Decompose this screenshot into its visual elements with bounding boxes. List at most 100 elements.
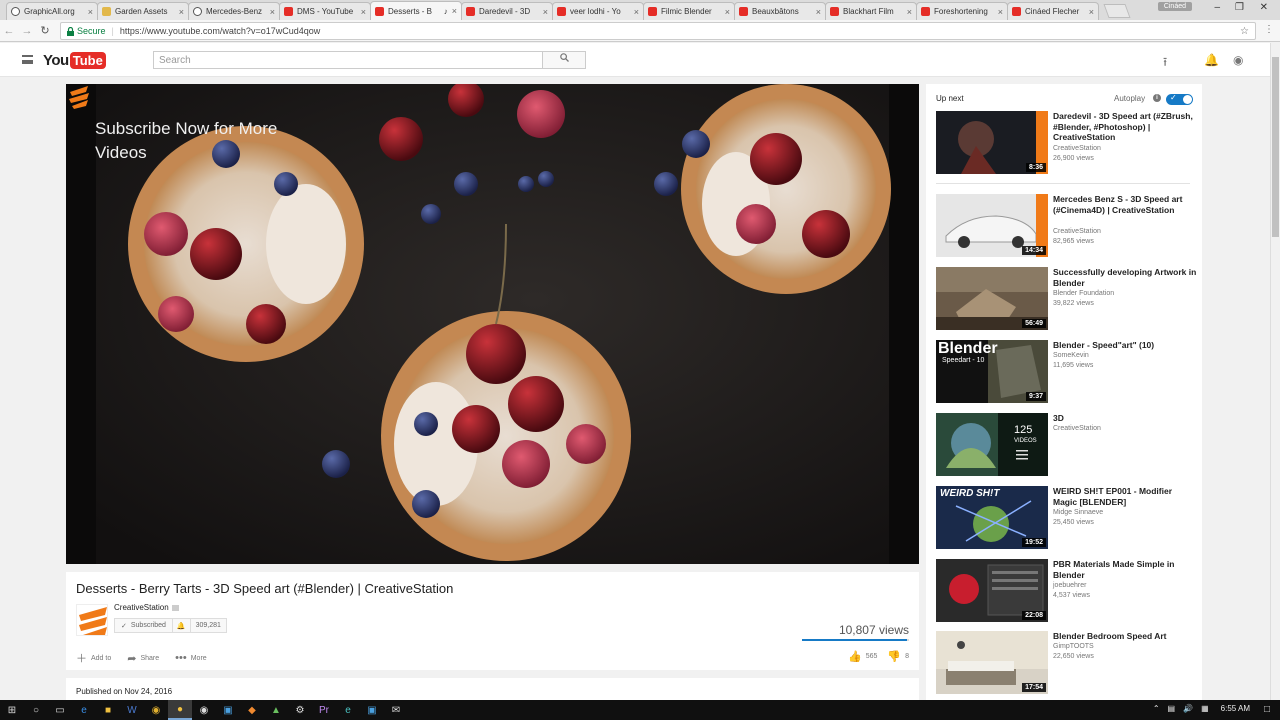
search-input[interactable]: Search: [153, 51, 543, 69]
volume-icon[interactable]: 🔊: [1183, 704, 1193, 713]
related-video-item[interactable]: 22:08 PBR Materials Made Simple in Blend…: [936, 559, 1198, 622]
video-thumbnail[interactable]: Blender Speedart - 10 9:37: [936, 340, 1048, 403]
cortana-icon[interactable]: ○: [24, 700, 48, 720]
related-video-title[interactable]: WEIRD SH!T EP001 - Modifier Magic [BLEND…: [1053, 486, 1198, 507]
related-playlist-item[interactable]: 125 VIDEOS 3D CreativeStation: [936, 413, 1198, 476]
video-thumbnail[interactable]: WEIRD SH!T 19:52: [936, 486, 1048, 549]
bookmark-star-icon[interactable]: ☆: [1240, 26, 1249, 37]
video-thumbnail[interactable]: 56:49: [936, 267, 1048, 330]
account-avatar-icon[interactable]: ◉: [1233, 53, 1243, 67]
channel-watermark-icon[interactable]: [66, 84, 92, 110]
notification-bell-icon[interactable]: 🔔: [173, 619, 191, 632]
add-to-button[interactable]: ＋ Add to: [76, 650, 111, 666]
store-icon[interactable]: ▣: [360, 700, 384, 720]
chrome-icon[interactable]: ◉: [144, 700, 168, 720]
browser-tab[interactable]: Desserts - B ♪ ×: [370, 1, 462, 20]
playlist-thumbnail[interactable]: 125 VIDEOS: [936, 413, 1048, 476]
related-video-title[interactable]: PBR Materials Made Simple in Blender: [1053, 559, 1198, 580]
keyboard-icon[interactable]: ▦: [1201, 704, 1209, 713]
channel-name-text[interactable]: CreativeStation: [114, 603, 169, 612]
browser-tab[interactable]: Garden Assets ×: [97, 2, 189, 20]
related-video-item[interactable]: 8:36 Daredevil - 3D Speed art (#ZBrush, …: [936, 111, 1198, 174]
file-explorer-icon[interactable]: ■: [96, 700, 120, 720]
related-video-title[interactable]: Daredevil - 3D Speed art (#ZBrush, #Blen…: [1053, 111, 1198, 143]
subscribed-toggle[interactable]: ✓ Subscribed: [115, 619, 173, 632]
app-icon[interactable]: ▲: [264, 700, 288, 720]
profile-badge[interactable]: Cináed: [1157, 2, 1192, 11]
info-icon[interactable]: i: [1153, 94, 1161, 102]
tab-close-icon[interactable]: ×: [816, 7, 821, 17]
video-thumbnail[interactable]: 14:34: [936, 194, 1048, 257]
upload-icon[interactable]: ⭱: [1163, 53, 1167, 74]
tab-close-icon[interactable]: ×: [452, 6, 457, 16]
browser-tab[interactable]: DMS - YouTube ×: [279, 2, 371, 20]
video-thumbnail[interactable]: 22:08: [936, 559, 1048, 622]
search-button[interactable]: [542, 51, 586, 69]
browser-tab[interactable]: Cináed Flecher ×: [1007, 2, 1099, 20]
scrollbar-thumb[interactable]: [1272, 57, 1279, 237]
premiere-icon[interactable]: Pr: [312, 700, 336, 720]
tab-close-icon[interactable]: ×: [88, 7, 93, 17]
share-button[interactable]: ➦ Share: [127, 650, 159, 666]
youtube-logo[interactable]: You Tube: [43, 52, 106, 69]
tab-close-icon[interactable]: ×: [998, 7, 1003, 17]
reload-icon[interactable]: ↻: [36, 24, 54, 37]
related-video-item[interactable]: 17:54 Blender Bedroom Speed Art GimpTOOT…: [936, 631, 1198, 694]
like-button[interactable]: 👍 565: [848, 650, 877, 663]
mail-icon[interactable]: ✉: [384, 700, 408, 720]
action-center-icon[interactable]: □: [1264, 704, 1270, 715]
browser-tab[interactable]: Blackhart Film ×: [825, 2, 917, 20]
active-app-icon[interactable]: ●: [168, 700, 192, 720]
more-button[interactable]: ••• More: [175, 650, 207, 666]
browser-tab[interactable]: veer lodhi - Yo ×: [552, 2, 644, 20]
browser-tab[interactable]: Foreshortening ×: [916, 2, 1008, 20]
clock[interactable]: 6:55 AM: [1221, 704, 1250, 713]
browser-tab[interactable]: Daredevil - 3D ×: [461, 2, 553, 20]
steam-icon[interactable]: ◉: [192, 700, 216, 720]
page-scrollbar[interactable]: [1270, 43, 1280, 700]
related-video-title[interactable]: Successfully developing Artwork in Blend…: [1053, 267, 1198, 288]
tab-close-icon[interactable]: ×: [270, 7, 275, 17]
browser-tab[interactable]: Filmic Blender ×: [643, 2, 735, 20]
tab-close-icon[interactable]: ×: [725, 7, 730, 17]
network-icon[interactable]: ▤: [1168, 704, 1176, 713]
secure-indicator[interactable]: Secure: [67, 26, 106, 36]
task-view-icon[interactable]: ▭: [48, 700, 72, 720]
browser-tab[interactable]: GraphicAll.org ×: [6, 2, 98, 20]
back-icon[interactable]: ←: [0, 25, 18, 37]
related-video-title[interactable]: Mercedes Benz S - 3D Speed art (#Cinema4…: [1053, 194, 1198, 215]
browser-tab[interactable]: Mercedes-Benz ×: [188, 2, 280, 20]
tab-close-icon[interactable]: ×: [179, 7, 184, 17]
new-tab-button[interactable]: [1103, 4, 1131, 18]
guide-menu-icon[interactable]: [22, 55, 33, 64]
video-thumbnail[interactable]: 8:36: [936, 111, 1048, 174]
address-bar[interactable]: Secure | https://www.youtube.com/watch?v…: [60, 22, 1256, 40]
related-video-item[interactable]: WEIRD SH!T 19:52 WEIRD SH!T EP001 - Modi…: [936, 486, 1198, 549]
related-video-title[interactable]: Blender - Speed"art" (10): [1053, 340, 1198, 351]
tab-close-icon[interactable]: ×: [1089, 7, 1094, 17]
tab-close-icon[interactable]: ×: [907, 7, 912, 17]
related-video-item[interactable]: 14:34 Mercedes Benz S - 3D Speed art (#C…: [936, 194, 1198, 257]
tab-close-icon[interactable]: ×: [543, 7, 548, 17]
blender-icon[interactable]: ◆: [240, 700, 264, 720]
tab-close-icon[interactable]: ×: [361, 7, 366, 17]
minimize-icon[interactable]: –: [1214, 2, 1220, 13]
word-icon[interactable]: W: [120, 700, 144, 720]
video-thumbnail[interactable]: 17:54: [936, 631, 1048, 694]
chevron-up-icon[interactable]: ⌃: [1153, 704, 1160, 713]
channel-avatar[interactable]: [76, 604, 108, 636]
edge-alt-icon[interactable]: e: [336, 700, 360, 720]
browser-tab[interactable]: Beauxbâtons ×: [734, 2, 826, 20]
related-playlist-title[interactable]: 3D: [1053, 413, 1198, 424]
tab-close-icon[interactable]: ×: [634, 7, 639, 17]
audio-playing-icon[interactable]: ♪: [444, 7, 448, 16]
settings-gear-icon[interactable]: ⚙: [288, 700, 312, 720]
photos-icon[interactable]: ▣: [216, 700, 240, 720]
close-window-icon[interactable]: ✕: [1260, 2, 1268, 13]
maximize-icon[interactable]: ❐: [1235, 2, 1244, 13]
related-video-title[interactable]: Blender Bedroom Speed Art: [1053, 631, 1198, 642]
autoplay-toggle[interactable]: ✓: [1166, 93, 1193, 105]
forward-icon[interactable]: →: [18, 25, 36, 37]
channel-name[interactable]: CreativeStation: [114, 603, 179, 612]
subscribe-button[interactable]: ✓ Subscribed 🔔 309,281: [114, 618, 227, 633]
